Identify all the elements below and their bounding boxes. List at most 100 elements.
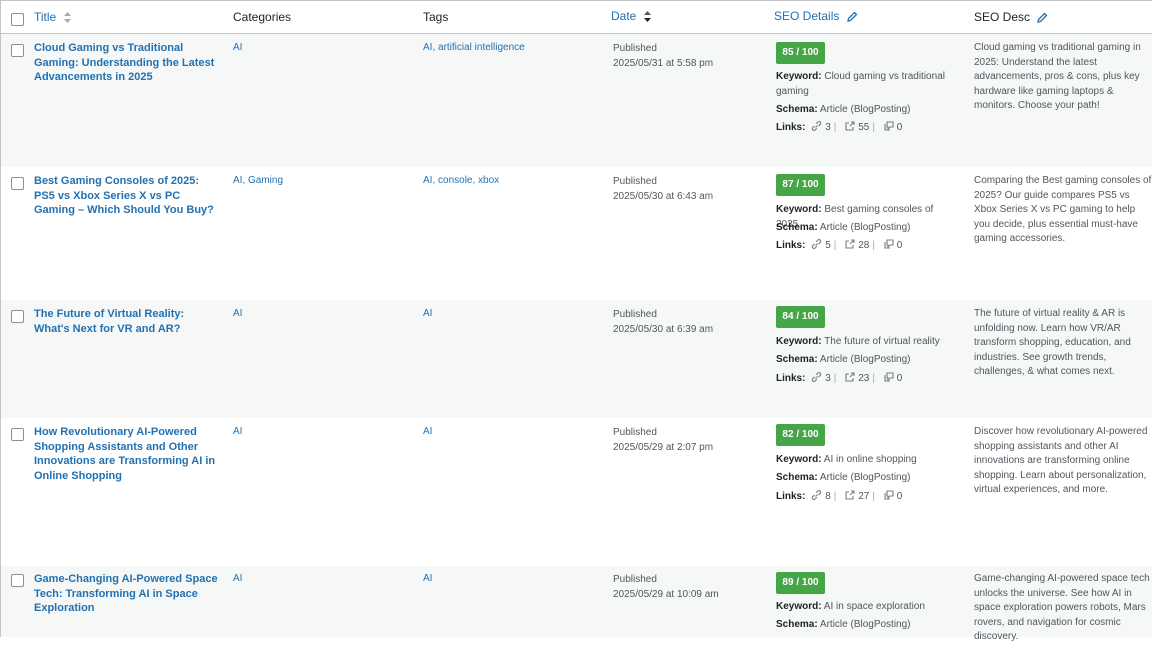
external-link-icon [845,239,855,249]
external-links-count: 27 [858,491,870,502]
column-seo-desc[interactable]: SEO Desc [974,10,1048,24]
column-seo-details[interactable]: SEO Details [774,9,858,23]
internal-links-count: 3 [825,373,831,384]
post-status: Published [613,309,657,320]
external-link-icon [845,372,855,382]
seo-schema: Schema: Article (BlogPosting) [776,353,911,367]
post-status: Published [613,43,657,54]
row-checkbox[interactable] [11,428,24,441]
post-title-link[interactable]: Cloud Gaming vs Traditional Gaming: Unde… [34,41,219,85]
external-link-icon [845,121,855,131]
schema-value: Article (BlogPosting) [819,354,911,365]
seo-keyword: Keyword: AI in space exploration [776,600,946,615]
seo-score-badge: 84 / 100 [776,306,825,328]
seo-schema: Schema: Article (BlogPosting) [776,618,911,632]
links-label: Links: [776,122,806,133]
keyword-value: AI in online shopping [823,454,917,465]
schema-value: Article (BlogPosting) [819,104,911,115]
internal-link-icon [812,490,822,500]
seo-links: Links: 3 | 23 | 0 [776,372,903,384]
post-date-value: 2025/05/31 at 5:58 pm [613,58,714,69]
seo-description: Game-changing AI-powered space tech unlo… [974,573,1150,643]
row-checkbox[interactable] [11,44,24,57]
internal-link-icon [812,239,822,249]
internal-links-count: 3 [825,122,831,133]
incoming-link-icon [884,239,894,249]
incoming-link-icon [884,490,894,500]
post-title-link[interactable]: The Future of Virtual Reality: What's Ne… [34,307,219,336]
keyword-value: The future of virtual reality [824,336,940,347]
posts-table: Title Categories Tags Date SEO Details S… [0,0,1152,642]
internal-links-count: 5 [825,240,831,251]
post-categories[interactable]: AI [233,425,242,439]
sort-both-icon [63,12,71,24]
schema-label: Schema: [776,222,818,233]
post-date: Published 2025/05/30 at 6:43 am [613,174,713,204]
post-date: Published 2025/05/29 at 2:07 pm [613,425,713,455]
edit-pencil-icon[interactable] [1037,12,1048,24]
keyword-label: Keyword: [776,71,822,82]
post-date: Published 2025/05/30 at 6:39 am [613,307,713,337]
seo-score-badge: 89 / 100 [776,572,825,594]
seo-links: Links: 3 | 55 | 0 [776,121,903,133]
row-checkbox[interactable] [11,574,24,587]
seo-keyword: Keyword: The future of virtual reality [776,335,946,350]
post-title-link[interactable]: Best Gaming Consoles of 2025: PS5 vs Xbo… [34,174,219,218]
keyword-label: Keyword: [776,336,822,347]
post-categories[interactable]: AI [233,307,242,321]
post-tags[interactable]: AI, artificial intelligence [423,41,525,55]
incoming-links-count: 0 [896,491,903,502]
table-row: Best Gaming Consoles of 2025: PS5 vs Xbo… [1,167,1152,300]
post-tags[interactable]: AI [423,425,432,439]
post-categories[interactable]: AI [233,41,242,55]
row-checkbox[interactable] [11,310,24,323]
internal-link-icon [812,372,822,382]
post-title-link[interactable]: Game-Changing AI-Powered Space Tech: Tra… [34,572,219,616]
incoming-link-icon [884,121,894,131]
internal-link-icon [812,121,822,131]
post-tags[interactable]: AI [423,307,432,321]
row-checkbox[interactable] [11,177,24,190]
seo-description: The future of virtual reality & AR is un… [974,308,1131,378]
post-date: Published 2025/05/29 at 10:09 am [613,572,719,602]
keyword-label: Keyword: [776,454,822,465]
post-title-link[interactable]: How Revolutionary AI-Powered Shopping As… [34,425,219,483]
links-label: Links: [776,240,806,251]
post-date: Published 2025/05/31 at 5:58 pm [613,41,713,71]
schema-value: Article (BlogPosting) [819,619,911,630]
seo-score-badge: 87 / 100 [776,174,825,196]
post-date-value: 2025/05/29 at 2:07 pm [613,442,714,453]
seo-schema: Schema: Article (BlogPosting) [776,221,911,235]
seo-keyword: Keyword: Cloud gaming vs traditional gam… [776,70,946,99]
post-tags[interactable]: AI [423,572,432,586]
schema-label: Schema: [776,354,818,365]
column-tags: Tags [423,10,449,24]
column-date-sort[interactable]: Date [611,9,651,23]
post-date-value: 2025/05/30 at 6:43 am [613,191,714,202]
seo-links: Links: 8 | 27 | 0 [776,490,903,502]
post-date-value: 2025/05/30 at 6:39 am [613,324,714,335]
post-status: Published [613,427,657,438]
post-status: Published [613,574,657,585]
schema-label: Schema: [776,619,818,630]
edit-pencil-icon[interactable] [846,11,858,23]
column-categories: Categories [233,10,292,24]
schema-label: Schema: [776,104,818,115]
post-categories[interactable]: AI [233,572,242,586]
post-tags[interactable]: AI, console, xbox [423,174,499,188]
column-title-label: Title [34,10,57,24]
schema-label: Schema: [776,472,818,483]
seo-keyword: Keyword: AI in online shopping [776,453,946,468]
post-categories[interactable]: AI, Gaming [233,174,283,188]
seo-links: Links: 5 | 28 | 0 [776,239,903,251]
column-seo-details-label: SEO Details [774,9,840,23]
column-title-sort[interactable]: Title [34,10,71,24]
seo-schema: Schema: Article (BlogPosting) [776,103,911,117]
column-seo-desc-label: SEO Desc [974,10,1031,24]
links-label: Links: [776,373,806,384]
external-links-count: 28 [858,240,870,251]
table-row: Game-Changing AI-Powered Space Tech: Tra… [1,566,1152,642]
seo-description: Comparing the Best gaming consoles of 20… [974,175,1152,245]
select-all-checkbox[interactable] [11,13,24,26]
links-label: Links: [776,491,806,502]
